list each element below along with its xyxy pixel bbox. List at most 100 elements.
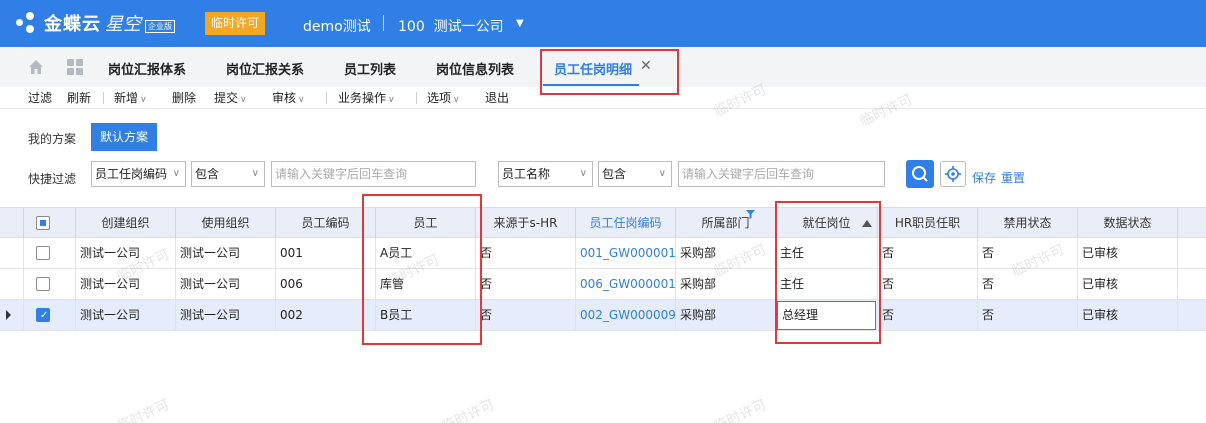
- select-all-checkbox[interactable]: [36, 216, 50, 230]
- cell-emp-code[interactable]: 002: [276, 300, 376, 331]
- row-checkbox[interactable]: [36, 277, 50, 291]
- filter-keyword-input-2[interactable]: 请输入关键字后回车查询: [678, 161, 885, 187]
- cell-create-org[interactable]: 测试一公司: [76, 269, 176, 300]
- col-dept-label: 所属部门: [701, 216, 750, 230]
- business-ops-button[interactable]: 业务操作 ∨: [338, 89, 395, 106]
- cell-hr-post[interactable]: 否: [878, 300, 978, 331]
- col-emp-code[interactable]: 员工编码: [276, 208, 376, 239]
- toolbar-divider: [103, 92, 104, 104]
- toolbar-divider: [416, 92, 417, 104]
- watermark: 临时许可: [439, 396, 498, 423]
- cell-status[interactable]: 已审核: [1078, 238, 1178, 269]
- filter-icon[interactable]: [746, 210, 755, 219]
- row-checkbox[interactable]: [36, 246, 50, 260]
- app-grid-icon[interactable]: [67, 59, 83, 75]
- logo: 金蝶云 星空 企业版: [14, 8, 175, 38]
- refresh-button[interactable]: 刷新: [67, 89, 91, 106]
- col-assign-code[interactable]: 员工任岗编码: [576, 208, 676, 239]
- exit-button[interactable]: 退出: [485, 89, 509, 106]
- search-button[interactable]: [906, 160, 934, 188]
- cell-emp-code[interactable]: 001: [276, 238, 376, 269]
- col-create-org[interactable]: 创建组织: [76, 208, 176, 239]
- cell-create-org[interactable]: 测试一公司: [76, 238, 176, 269]
- cell-dept[interactable]: 采购部: [676, 300, 776, 331]
- org-dropdown-icon[interactable]: ▼: [516, 18, 524, 29]
- highlight-post-column: [775, 201, 881, 344]
- audit-button[interactable]: 审核 ∨: [272, 89, 305, 106]
- cell-hr-post[interactable]: 否: [878, 238, 978, 269]
- cell-create-org[interactable]: 测试一公司: [76, 300, 176, 331]
- tab-post-report-relation[interactable]: 岗位汇报关系: [226, 59, 304, 78]
- cell-use-org[interactable]: 测试一公司: [176, 300, 276, 331]
- row-indicator-header: [0, 208, 24, 239]
- chevron-down-icon: ∨: [172, 168, 180, 179]
- filter-settings-button[interactable]: [940, 161, 966, 187]
- watermark: 临时许可: [711, 396, 770, 423]
- row-checkbox[interactable]: ✓: [36, 308, 50, 322]
- table-row[interactable]: 测试一公司 测试一公司 001 A员工 否 001_GW000001_ 采购部 …: [0, 238, 1206, 269]
- filter-operator-select-2[interactable]: 包含 ∨: [598, 161, 672, 187]
- filter-operator-value-2: 包含: [602, 167, 627, 181]
- options-button[interactable]: 选项 ∨: [427, 89, 460, 106]
- col-status[interactable]: 数据状态: [1078, 208, 1178, 239]
- tab-post-report-system[interactable]: 岗位汇报体系: [108, 59, 186, 78]
- filter-operator-select-1[interactable]: 包含 ∨: [191, 161, 265, 187]
- add-button[interactable]: 新增 ∨: [114, 89, 147, 106]
- filter-keyword-input-1[interactable]: 请输入关键字后回车查询: [271, 161, 476, 187]
- checkmark-icon: ✓: [40, 310, 49, 321]
- cell-status[interactable]: 已审核: [1078, 300, 1178, 331]
- current-row-arrow-icon: [6, 310, 11, 320]
- cell-status[interactable]: 已审核: [1078, 269, 1178, 300]
- logo-dots-icon: [14, 10, 40, 36]
- row-select-cell: [24, 238, 76, 269]
- cell-from-shr[interactable]: 否: [476, 269, 576, 300]
- cell-dept[interactable]: 采购部: [676, 238, 776, 269]
- highlight-active-tab: [540, 49, 679, 95]
- submit-button[interactable]: 提交 ∨: [214, 89, 247, 106]
- cell-disabled[interactable]: 否: [978, 269, 1078, 300]
- chevron-down-icon: ∨: [298, 95, 305, 105]
- col-dept[interactable]: 所属部门: [676, 208, 776, 239]
- cell-hr-post[interactable]: 否: [878, 269, 978, 300]
- tab-post-info-list[interactable]: 岗位信息列表: [436, 59, 514, 78]
- org-name: 测试一公司: [433, 19, 504, 35]
- col-use-org[interactable]: 使用组织: [176, 208, 276, 239]
- cell-from-shr[interactable]: 否: [476, 238, 576, 269]
- save-filter-link[interactable]: 保存: [972, 169, 996, 186]
- options-label: 选项: [427, 91, 452, 105]
- cell-disabled[interactable]: 否: [978, 300, 1078, 331]
- scheme-label: 我的方案: [28, 132, 77, 146]
- license-badge[interactable]: 临时许可: [205, 12, 266, 35]
- cell-use-org[interactable]: 测试一公司: [176, 238, 276, 269]
- cell-use-org[interactable]: 测试一公司: [176, 269, 276, 300]
- default-scheme-button[interactable]: 默认方案: [91, 123, 157, 151]
- quick-filter-label: 快捷过滤: [28, 172, 77, 186]
- table-row[interactable]: ✓ 测试一公司 测试一公司 002 B员工 否 002_GW000009_ 采购…: [0, 300, 1206, 331]
- gear-icon: [945, 166, 961, 182]
- tab-employee-list[interactable]: 员工列表: [344, 59, 396, 78]
- cell-assign-code[interactable]: 002_GW000009_: [576, 300, 676, 331]
- business-ops-label: 业务操作: [338, 91, 387, 105]
- filter-button[interactable]: 过滤: [28, 89, 52, 106]
- row-select-cell: [24, 269, 76, 300]
- delete-button[interactable]: 删除: [172, 89, 196, 106]
- cell-assign-code[interactable]: 006_GW000001_: [576, 269, 676, 300]
- cell-dept[interactable]: 采购部: [676, 269, 776, 300]
- cell-from-shr[interactable]: 否: [476, 300, 576, 331]
- cell-emp-code[interactable]: 006: [276, 269, 376, 300]
- logo-brand: 金蝶云: [44, 14, 101, 35]
- cell-disabled[interactable]: 否: [978, 238, 1078, 269]
- home-icon[interactable]: [28, 59, 44, 75]
- current-user[interactable]: demo测试: [303, 16, 371, 36]
- row-select-cell: ✓: [24, 300, 76, 331]
- table-row[interactable]: 测试一公司 测试一公司 006 库管 否 006_GW000001_ 采购部 主…: [0, 269, 1206, 300]
- col-from-shr[interactable]: 来源于s-HR: [476, 208, 576, 239]
- reset-filter-link[interactable]: 重置: [1001, 169, 1025, 186]
- org-switcher[interactable]: 100 测试一公司: [398, 16, 504, 36]
- col-hr-post[interactable]: HR职员任职: [878, 208, 978, 239]
- cell-assign-code[interactable]: 001_GW000001_: [576, 238, 676, 269]
- audit-label: 审核: [272, 91, 297, 105]
- col-disabled[interactable]: 禁用状态: [978, 208, 1078, 239]
- filter-field-select-1[interactable]: 员工任岗编码 ∨: [91, 161, 186, 187]
- filter-field-select-2[interactable]: 员工名称 ∨: [498, 161, 593, 187]
